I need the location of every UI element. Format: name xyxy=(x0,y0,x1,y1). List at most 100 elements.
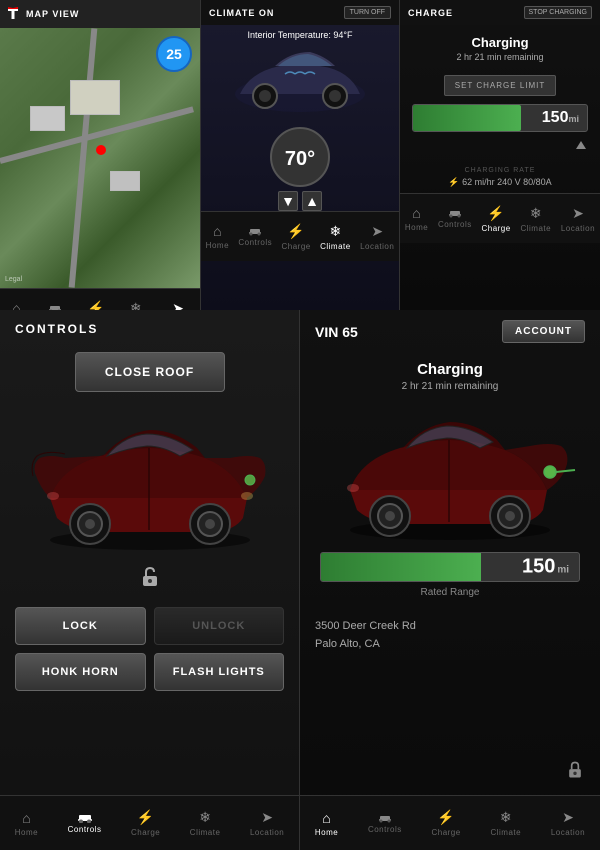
nav-controls[interactable]: Controls xyxy=(38,303,72,310)
charging-rate-label: CHARGING RATE xyxy=(400,167,600,174)
rated-range-label: Rated Range xyxy=(320,587,580,598)
stop-charging-button[interactable]: STOP CHARGING xyxy=(524,6,592,19)
climate-nav-home-label: Home xyxy=(206,241,229,250)
vin-battery-bar: 150mi Rated Range xyxy=(320,552,580,598)
climate-location-icon: ➤ xyxy=(371,223,383,240)
address-line2: Palo Alto, CA xyxy=(315,636,585,654)
climate-climate-icon: ❄ xyxy=(330,223,342,240)
vin-nav-home[interactable]: ⌂ Home xyxy=(315,810,338,837)
ctrl-nav-location-label: Location xyxy=(250,828,284,837)
lock-status-area xyxy=(0,560,299,599)
charge-nav-charge[interactable]: ⚡ Charge xyxy=(481,205,510,233)
climate-nav-controls[interactable]: Controls xyxy=(238,226,272,247)
battery-bar: 150mi xyxy=(412,104,588,154)
map-header: MAP VIEW xyxy=(0,0,200,28)
unlock-button[interactable]: UNLOCK xyxy=(154,607,285,645)
charge-location-icon: ➤ xyxy=(572,205,584,222)
controls-nav-controls[interactable]: Controls xyxy=(68,812,102,834)
car-icon xyxy=(48,303,62,310)
climate-nav-climate-label: Climate xyxy=(320,242,351,251)
lock-unlock-row: LOCK UNLOCK xyxy=(15,607,284,645)
honk-horn-button[interactable]: HONK HORN xyxy=(15,653,146,691)
charge-car-icon xyxy=(448,208,462,218)
controls-nav-home[interactable]: ⌂ Home xyxy=(15,810,38,837)
climate-nav-location[interactable]: ➤ Location xyxy=(360,223,394,251)
charge-nav-location[interactable]: ➤ Location xyxy=(561,205,595,233)
vin-nav-controls[interactable]: Controls xyxy=(368,813,402,834)
controls-car-image xyxy=(0,400,299,560)
charge-icon: ⚡ xyxy=(87,300,104,311)
climate-car-illustration xyxy=(220,42,380,122)
vin-label: VIN 65 xyxy=(315,324,358,340)
vin-nav-charge[interactable]: ⚡ Charge xyxy=(431,809,460,837)
charge-nav-controls-label: Controls xyxy=(438,220,472,229)
vin-nav-home-label: Home xyxy=(315,828,338,837)
map-view-label: MAP VIEW xyxy=(26,9,79,19)
map-panel: MAP VIEW 25 Legal ⌂ Home Controls ⚡ Char… xyxy=(0,0,200,310)
vin-panel: VIN 65 ACCOUNT Charging 2 hr 21 min rema… xyxy=(300,310,600,850)
climate-icon: ❄ xyxy=(130,300,142,311)
climate-charge-icon: ⚡ xyxy=(287,223,304,240)
battery-miles-value: 150mi xyxy=(542,109,579,127)
charge-home-icon: ⌂ xyxy=(412,205,420,221)
climate-nav-home[interactable]: ⌂ Home xyxy=(206,223,229,250)
lock-button[interactable]: LOCK xyxy=(15,607,146,645)
map-nav: ⌂ Home Controls ⚡ Charge ❄ Climate ➤ Loc… xyxy=(0,288,200,310)
controls-car-svg xyxy=(15,408,285,553)
nav-charge[interactable]: ⚡ Charge xyxy=(81,300,110,311)
vin-nav-climate[interactable]: ❄ Climate xyxy=(490,809,521,837)
tesla-logo-icon xyxy=(6,7,20,21)
nav-home[interactable]: ⌂ Home xyxy=(5,300,28,310)
climate-nav-climate[interactable]: ❄ Climate xyxy=(320,223,351,251)
climate-car-svg xyxy=(220,42,380,117)
vin-header: VIN 65 ACCOUNT xyxy=(300,310,600,353)
temperature-dial: 70° ▼ ▲ xyxy=(201,127,399,211)
nav-climate[interactable]: ❄ Climate xyxy=(120,300,151,311)
climate-car-icon xyxy=(248,226,262,236)
ctrl-nav-home-label: Home xyxy=(15,828,38,837)
vin-nav-location[interactable]: ➤ Location xyxy=(551,809,585,837)
vin-climate-icon: ❄ xyxy=(500,809,512,826)
vin-car-image xyxy=(300,397,600,547)
flash-lights-button[interactable]: FLASH LIGHTS xyxy=(154,653,285,691)
controls-nav-climate[interactable]: ❄ Climate xyxy=(190,809,221,837)
vin-bottom-nav: ⌂ Home Controls ⚡ Charge ❄ Climate ➤ Loc… xyxy=(300,795,600,850)
climate-on-label: CLIMATE ON xyxy=(209,8,274,18)
charge-nav-climate[interactable]: ❄ Climate xyxy=(520,205,551,233)
charge-nav-climate-label: Climate xyxy=(520,224,551,233)
close-roof-button[interactable]: CLOSE ROOF xyxy=(75,352,225,392)
nav-location[interactable]: ➤ Location xyxy=(161,300,195,311)
charge-climate-icon: ❄ xyxy=(530,205,542,222)
account-button[interactable]: ACCOUNT xyxy=(502,320,585,343)
ctrl-nav-charge-label: Charge xyxy=(131,828,160,837)
set-charge-limit-button[interactable]: SET CHARGE LIMIT xyxy=(444,75,557,96)
charge-nav-controls[interactable]: Controls xyxy=(438,208,472,229)
controls-nav-charge[interactable]: ⚡ Charge xyxy=(131,809,160,837)
action-buttons-row: HONK HORN FLASH LIGHTS xyxy=(15,653,284,691)
climate-panel: CLIMATE ON TURN OFF Interior Temperature… xyxy=(200,0,400,310)
vin-charging-time: 2 hr 21 min remaining xyxy=(300,381,600,392)
charging-status: Charging 2 hr 21 min remaining xyxy=(400,25,600,67)
vin-address: 3500 Deer Creek Rd Palo Alto, CA xyxy=(300,603,600,658)
ctrl-car-icon xyxy=(77,812,93,823)
charge-nav-home-label: Home xyxy=(405,223,428,232)
climate-nav-charge[interactable]: ⚡ Charge xyxy=(282,223,311,251)
speed-indicator: 25 xyxy=(156,36,192,72)
vin-location-icon: ➤ xyxy=(562,809,574,826)
vin-nav-climate-label: Climate xyxy=(490,828,521,837)
charging-time: 2 hr 21 min remaining xyxy=(400,52,600,62)
climate-header: CLIMATE ON TURN OFF xyxy=(201,0,399,25)
climate-nav-controls-label: Controls xyxy=(238,238,272,247)
charging-rate-info: CHARGING RATE ⚡ 62 mi/hr 240 V 80/80A xyxy=(400,162,600,193)
charge-nav-home[interactable]: ⌂ Home xyxy=(405,205,428,232)
home-icon: ⌂ xyxy=(12,300,20,310)
turn-off-button[interactable]: TURN OFF xyxy=(344,6,391,19)
charging-title: Charging xyxy=(400,35,600,50)
battery-indicator-icon xyxy=(576,141,586,149)
temp-up-button[interactable]: ▲ xyxy=(302,191,322,211)
controls-bottom-nav: ⌂ Home Controls ⚡ Charge ❄ Climate ➤ Loc… xyxy=(0,795,299,850)
ctrl-charge-icon: ⚡ xyxy=(137,809,154,826)
temp-down-button[interactable]: ▼ xyxy=(278,191,298,211)
controls-nav-location[interactable]: ➤ Location xyxy=(250,809,284,837)
vin-nav-charge-label: Charge xyxy=(431,828,460,837)
